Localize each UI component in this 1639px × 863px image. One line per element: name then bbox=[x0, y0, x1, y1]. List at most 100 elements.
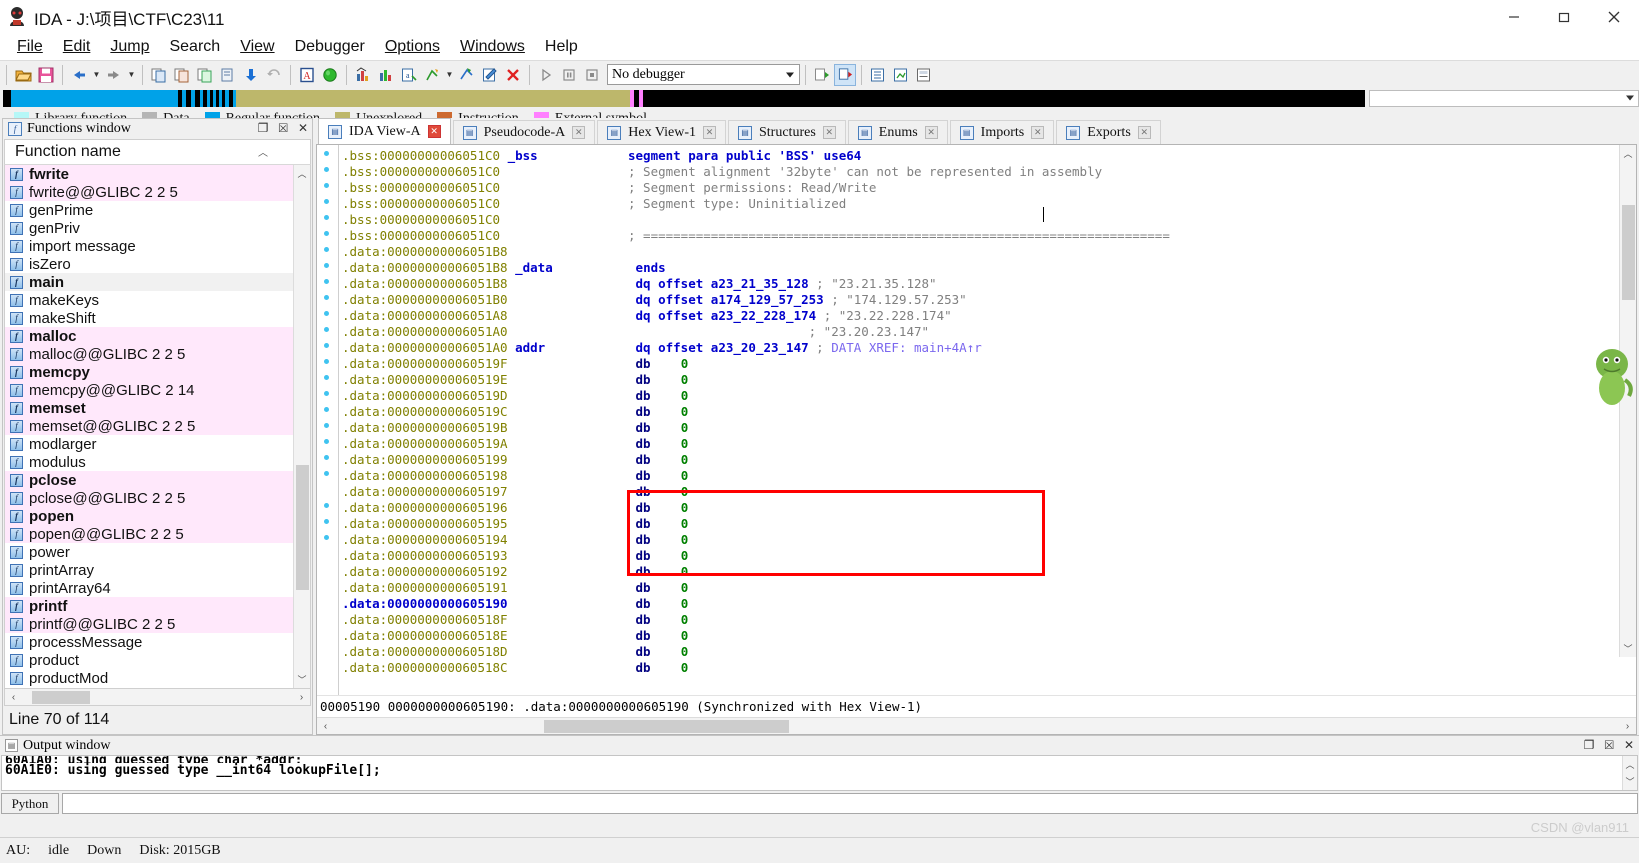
function-list-item[interactable]: f printf bbox=[5, 597, 293, 615]
navigation-band-overflow[interactable] bbox=[1369, 89, 1639, 107]
functions-list-hscrollbar[interactable]: ‹ › bbox=[4, 689, 311, 706]
breakpoint-dot-icon[interactable] bbox=[324, 439, 329, 444]
close-icon[interactable]: ✕ bbox=[822, 126, 836, 139]
sync-2-icon[interactable] bbox=[171, 64, 193, 86]
maximize-icon[interactable] bbox=[1539, 0, 1589, 34]
functions-list[interactable]: f fwrite f fwrite@@GLIBC 2 2 5 f genPrime f gen… bbox=[4, 165, 311, 689]
run-icon[interactable] bbox=[535, 64, 557, 86]
pause-icon[interactable] bbox=[558, 64, 580, 86]
close-icon[interactable]: ✕ bbox=[1137, 126, 1151, 139]
breakpoint-dot-icon[interactable] bbox=[324, 231, 329, 236]
function-list-item[interactable]: f import message bbox=[5, 237, 293, 255]
scroll-left-icon[interactable]: ‹ bbox=[317, 721, 334, 732]
jump-icon[interactable] bbox=[456, 64, 478, 86]
registers-icon[interactable] bbox=[913, 64, 935, 86]
navigation-band[interactable] bbox=[3, 89, 1365, 107]
scroll-down-icon[interactable]: ﹀ bbox=[1620, 640, 1636, 657]
line-label[interactable]: addr bbox=[515, 340, 545, 355]
minimize-icon[interactable] bbox=[1489, 0, 1539, 34]
function-list-item[interactable]: f printArray bbox=[5, 561, 293, 579]
tab-hex-view-1[interactable]: ▤ Hex View-1 ✕ bbox=[597, 120, 726, 144]
scroll-down-icon[interactable]: ﹀ bbox=[294, 671, 310, 688]
menu-help[interactable]: Help bbox=[536, 36, 587, 58]
menu-search[interactable]: Search bbox=[160, 36, 229, 58]
close-icon[interactable]: ✕ bbox=[924, 126, 938, 139]
breakpoint-dot-icon[interactable] bbox=[324, 151, 329, 156]
disassembly-line[interactable]: .data:0000000000605194 db 0 bbox=[342, 532, 1636, 548]
breakpoint-dot-icon[interactable] bbox=[324, 471, 329, 476]
function-list-item[interactable]: f malloc@@GLIBC 2 2 5 bbox=[5, 345, 293, 363]
chart-2-icon[interactable] bbox=[375, 64, 397, 86]
step-into-icon[interactable] bbox=[811, 64, 833, 86]
scroll-left-icon[interactable]: ‹ bbox=[5, 692, 22, 703]
disassembly-line[interactable]: .data:000000000060518D db 0 bbox=[342, 644, 1636, 660]
disassembly-line[interactable]: .data:000000000060519E db 0 bbox=[342, 372, 1636, 388]
delete-icon[interactable] bbox=[502, 64, 524, 86]
disassembly-text[interactable]: .bss:00000000006051C0 _bss segment para … bbox=[339, 145, 1636, 695]
menu-view[interactable]: View bbox=[231, 36, 283, 58]
breakpoint-dot-icon[interactable] bbox=[324, 183, 329, 188]
breakpoint-dot-icon[interactable] bbox=[324, 311, 329, 316]
scroll-right-icon[interactable]: › bbox=[293, 692, 310, 703]
menu-edit[interactable]: Edit bbox=[54, 36, 100, 58]
hscrollbar-thumb[interactable] bbox=[32, 690, 90, 704]
debugger-select[interactable]: No debugger bbox=[607, 64, 800, 85]
disassembly-line[interactable]: .bss:00000000006051C0 ; Segment type: Un… bbox=[342, 196, 1636, 212]
disassembly-line[interactable]: .bss:00000000006051C0 bbox=[342, 212, 1636, 228]
disassembly-line[interactable]: .bss:00000000006051C0 ; ================… bbox=[342, 228, 1636, 244]
function-list-item[interactable]: f popen bbox=[5, 507, 293, 525]
function-list-item[interactable]: f malloc bbox=[5, 327, 293, 345]
tab-structures[interactable]: ▤ Structures ✕ bbox=[728, 120, 846, 144]
menu-jump[interactable]: Jump bbox=[101, 36, 158, 58]
disassembly-line[interactable]: .data:0000000000605193 db 0 bbox=[342, 548, 1636, 564]
menu-file[interactable]: File bbox=[8, 36, 52, 58]
scrollbar-thumb[interactable] bbox=[296, 465, 309, 590]
disassembly-line[interactable]: .data:0000000000605192 db 0 bbox=[342, 564, 1636, 580]
xrefs-dropdown-icon[interactable]: ▼ bbox=[444, 70, 455, 79]
scroll-up-icon[interactable]: ︿ bbox=[1623, 756, 1637, 773]
disassembly-line[interactable]: .data:00000000006051B0 dq offset a174_12… bbox=[342, 292, 1636, 308]
hscrollbar-track[interactable] bbox=[22, 690, 293, 704]
disassembly-line[interactable]: .data:00000000006051B8 _data ends bbox=[342, 260, 1636, 276]
breakpoint-dot-icon[interactable] bbox=[324, 263, 329, 268]
function-list-item[interactable]: f memset@@GLIBC 2 2 5 bbox=[5, 417, 293, 435]
disassembly-body[interactable]: .bss:00000000006051C0 _bss segment para … bbox=[317, 145, 1636, 695]
disassembly-line[interactable]: .data:0000000000605198 db 0 bbox=[342, 468, 1636, 484]
function-list-item[interactable]: f pclose@@GLIBC 2 2 5 bbox=[5, 489, 293, 507]
cli-language-button[interactable]: Python bbox=[1, 793, 59, 814]
restore-icon[interactable]: ❐ bbox=[1584, 738, 1595, 753]
back-arrow-icon[interactable] bbox=[68, 64, 90, 86]
function-list-item[interactable]: f processMessage bbox=[5, 633, 293, 651]
function-list-item[interactable]: f fwrite@@GLIBC 2 2 5 bbox=[5, 183, 293, 201]
breakpoint-dot-icon[interactable] bbox=[324, 535, 329, 540]
disassembly-line[interactable]: .data:000000000060519B db 0 bbox=[342, 420, 1636, 436]
disassembly-line[interactable]: .data:000000000060519A db 0 bbox=[342, 436, 1636, 452]
tab-exports[interactable]: ▤ Exports ✕ bbox=[1056, 120, 1161, 144]
breakpoint-dot-icon[interactable] bbox=[324, 279, 329, 284]
function-list-item[interactable]: f genPrime bbox=[5, 201, 293, 219]
dock-icon[interactable]: ⮽ bbox=[278, 121, 288, 135]
function-list-item[interactable]: f popen@@GLIBC 2 2 5 bbox=[5, 525, 293, 543]
close-icon[interactable] bbox=[1589, 0, 1639, 34]
scroll-up-icon[interactable]: ︿ bbox=[1620, 145, 1636, 162]
stack-icon[interactable] bbox=[217, 64, 239, 86]
tab-ida-view-a[interactable]: ▤ IDA View-A ✕ bbox=[318, 118, 451, 144]
close-icon[interactable]: ✕ bbox=[1031, 126, 1045, 139]
scroll-up-icon[interactable]: ︿ bbox=[294, 165, 310, 182]
function-list-item[interactable]: f memset bbox=[5, 399, 293, 417]
breakpoint-gutter[interactable] bbox=[317, 145, 339, 695]
text-view-icon[interactable]: A bbox=[296, 64, 318, 86]
dock-icon[interactable]: ⮽ bbox=[1604, 738, 1614, 753]
function-list-item[interactable]: f memcpy bbox=[5, 363, 293, 381]
function-list-item[interactable]: f memcpy@@GLIBC 2 14 bbox=[5, 381, 293, 399]
restore-icon[interactable]: ❐ bbox=[258, 121, 269, 135]
disassembly-line[interactable]: .data:0000000000605191 db 0 bbox=[342, 580, 1636, 596]
breakpoint-dot-icon[interactable] bbox=[324, 327, 329, 332]
menu-debugger[interactable]: Debugger bbox=[286, 36, 374, 58]
close-icon[interactable]: ✕ bbox=[1624, 738, 1634, 753]
disassembly-line[interactable]: .data:0000000000605196 db 0 bbox=[342, 500, 1636, 516]
functions-list-vscrollbar[interactable]: ︿ ﹀ bbox=[293, 165, 310, 688]
disassembly-line[interactable]: .data:000000000060518E db 0 bbox=[342, 628, 1636, 644]
tab-pseudocode-a[interactable]: ▤ Pseudocode-A ✕ bbox=[452, 120, 596, 144]
disassembly-line[interactable]: .data:000000000060519F db 0 bbox=[342, 356, 1636, 372]
